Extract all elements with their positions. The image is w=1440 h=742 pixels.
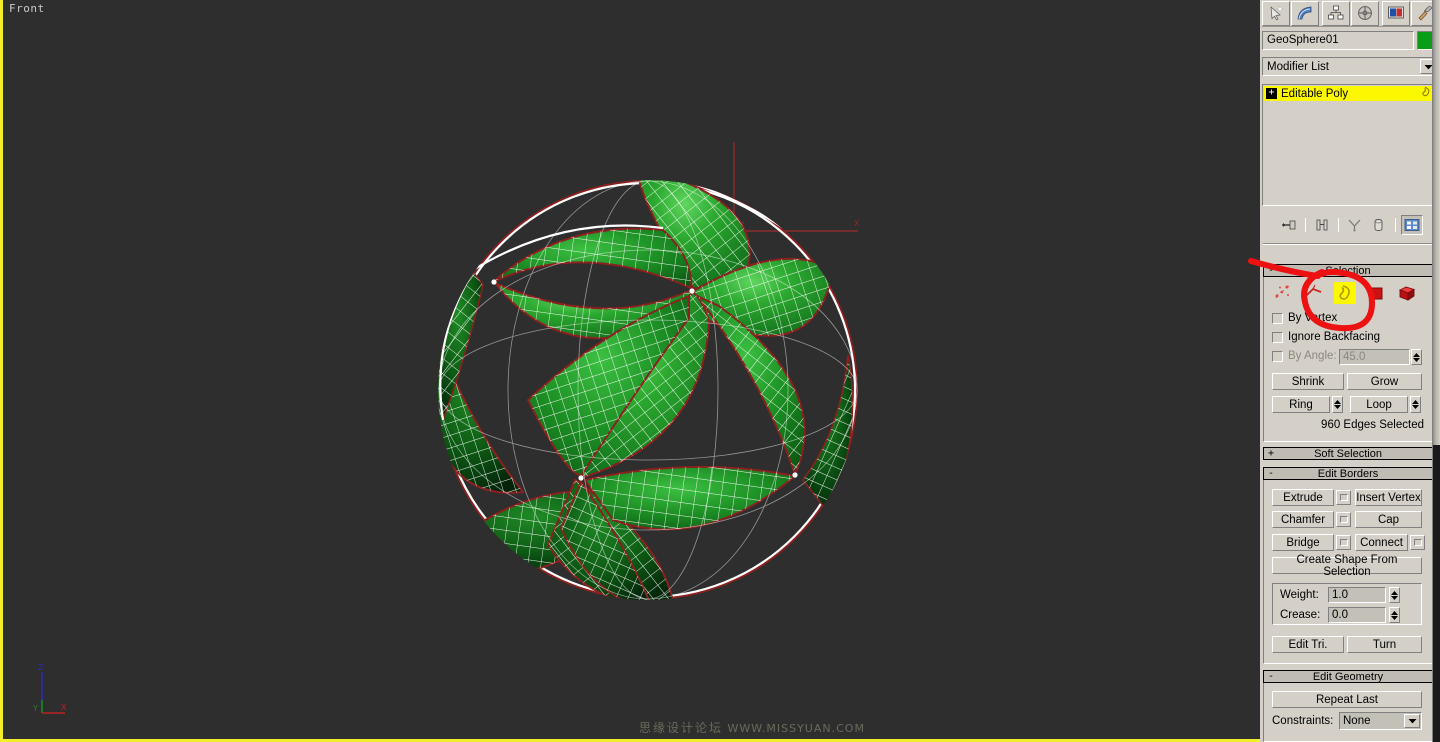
weight-label: Weight:	[1280, 589, 1319, 601]
repeat-last-button[interactable]: Repeat Last	[1272, 691, 1422, 708]
stack-item-label: Editable Poly	[1281, 87, 1349, 100]
by-vertex-label: By Vertex	[1288, 312, 1338, 324]
by-angle-field[interactable]: 45.0	[1339, 349, 1410, 365]
rollout-header-edit-borders[interactable]: - Edit Borders	[1263, 467, 1433, 480]
by-vertex-checkbox[interactable]	[1272, 312, 1283, 324]
svg-text:Z: Z	[38, 663, 44, 672]
svg-text:Y: Y	[32, 704, 38, 713]
collapse-icon[interactable]: -	[1264, 265, 1278, 277]
command-panel-tabs	[1262, 0, 1440, 27]
rollout-header-soft-selection[interactable]: + Soft Selection	[1263, 447, 1433, 460]
expand-icon[interactable]: +	[1264, 448, 1278, 460]
shrink-button[interactable]: Shrink	[1272, 373, 1344, 390]
constraints-value: None	[1343, 715, 1371, 727]
bridge-button[interactable]: Bridge	[1272, 534, 1334, 551]
selection-status: 960 Edges Selected	[1321, 419, 1424, 431]
loop-spinner[interactable]	[1410, 396, 1421, 413]
collapse-icon[interactable]: -	[1264, 468, 1278, 480]
display-tab[interactable]	[1382, 0, 1410, 26]
constraints-dropdown[interactable]: None	[1339, 712, 1422, 730]
rollout-header-selection[interactable]: - Selection	[1263, 264, 1433, 277]
create-tab[interactable]	[1262, 0, 1290, 26]
modifier-list-label: Modifier List	[1267, 61, 1329, 73]
element-sub-object-icon[interactable]	[1396, 282, 1418, 304]
object-name-row: GeoSphere01	[1262, 31, 1438, 50]
rollout-title-edit-borders: Edit Borders	[1317, 467, 1379, 480]
polygon-sub-object-icon[interactable]	[1365, 282, 1387, 304]
ring-button[interactable]: Ring	[1272, 396, 1330, 413]
stack-item-editable-poly[interactable]: + Editable Poly	[1264, 86, 1438, 101]
constraints-label: Constraints:	[1272, 715, 1334, 727]
weight-spinner[interactable]	[1389, 587, 1400, 603]
pin-stack-button[interactable]	[1278, 215, 1300, 235]
modifier-list-dropdown[interactable]: Modifier List	[1262, 57, 1438, 76]
transform-gizmo	[733, 142, 858, 232]
chamfer-button[interactable]: Chamfer	[1272, 511, 1334, 528]
rollout-title-selection: Selection	[1325, 264, 1371, 277]
ring-spinner[interactable]	[1332, 396, 1343, 413]
divider	[1263, 243, 1433, 245]
viewport-front[interactable]: Front X Z Y X 思缘设计论坛 WWW.MISSYUAN.COM	[0, 0, 1260, 742]
extrude-button[interactable]: Extrude	[1272, 489, 1334, 506]
ignore-backfacing-row[interactable]: Ignore Backfacing	[1272, 331, 1380, 343]
ignore-backfacing-label: Ignore Backfacing	[1288, 331, 1381, 343]
remove-modifier-button[interactable]	[1368, 215, 1390, 235]
ignore-backfacing-checkbox[interactable]	[1272, 331, 1283, 343]
chevron-down-icon[interactable]	[1404, 714, 1420, 728]
by-angle-spinner[interactable]	[1411, 349, 1422, 365]
edit-tri-button[interactable]: Edit Tri.	[1272, 636, 1344, 653]
bridge-settings-button[interactable]	[1336, 535, 1351, 550]
svg-text:X: X	[61, 703, 67, 712]
by-angle-label: By Angle:	[1288, 350, 1337, 362]
vertex-sub-object-icon[interactable]	[1272, 282, 1294, 304]
rollout-title-soft-selection: Soft Selection	[1314, 447, 1382, 460]
expand-icon[interactable]: +	[1266, 88, 1277, 99]
create-shape-from-selection-button[interactable]: Create Shape From Selection	[1272, 554, 1422, 578]
insert-vertex-button[interactable]: Insert Vertex	[1355, 489, 1422, 506]
border-sub-object-icon[interactable]	[1334, 282, 1356, 304]
rollout-header-edit-geometry[interactable]: - Edit Geometry	[1263, 670, 1433, 683]
rollout-title-edit-geometry: Edit Geometry	[1312, 670, 1384, 683]
viewport-scene: Z X	[32, 142, 860, 714]
crease-label: Crease:	[1280, 609, 1321, 621]
sub-object-level-row	[1272, 281, 1422, 305]
watermark-url: WWW.MISSYUAN.COM	[727, 722, 865, 735]
by-vertex-row[interactable]: By Vertex	[1272, 312, 1337, 324]
modifier-stack[interactable]: + Editable Poly	[1262, 84, 1438, 206]
by-angle-row[interactable]: By Angle:	[1272, 350, 1337, 362]
hierarchy-tab[interactable]	[1322, 0, 1350, 26]
modify-tab[interactable]	[1291, 0, 1319, 26]
stack-toolbar	[1262, 213, 1438, 237]
watermark: 思缘设计论坛 WWW.MISSYUAN.COM	[639, 719, 865, 736]
chamfer-settings-button[interactable]	[1336, 512, 1351, 527]
show-end-result-button[interactable]	[1311, 215, 1333, 235]
axis-tripod: Z Y X	[32, 663, 67, 714]
svg-text:X: X	[854, 219, 860, 228]
make-unique-button[interactable]	[1344, 215, 1366, 235]
command-panel: GeoSphere01 Modifier List + Editable Pol…	[1260, 0, 1440, 742]
app-root: Front X Z Y X 思缘设计论坛 WWW.MISSYUAN.COM Ge…	[0, 0, 1440, 742]
grow-button[interactable]: Grow	[1347, 373, 1422, 390]
crease-spinner[interactable]	[1389, 607, 1400, 623]
crease-field[interactable]: 0.0	[1328, 607, 1386, 623]
edge-sub-object-icon[interactable]	[1303, 282, 1325, 304]
extrude-settings-button[interactable]	[1336, 490, 1351, 505]
turn-button[interactable]: Turn	[1347, 636, 1422, 653]
panel-scroll-edge[interactable]	[1432, 0, 1440, 742]
object-name-field[interactable]: GeoSphere01	[1262, 31, 1414, 50]
configure-modifier-sets-button[interactable]	[1400, 215, 1423, 235]
by-angle-checkbox[interactable]	[1272, 350, 1283, 362]
motion-tab[interactable]	[1351, 0, 1379, 26]
loop-button[interactable]: Loop	[1350, 396, 1408, 413]
weight-field[interactable]: 1.0	[1328, 587, 1386, 603]
collapse-icon[interactable]: -	[1264, 671, 1278, 683]
cap-button[interactable]: Cap	[1355, 511, 1422, 528]
watermark-cn: 思缘设计论坛	[639, 721, 724, 735]
connect-button[interactable]: Connect	[1355, 534, 1408, 551]
connect-settings-button[interactable]	[1410, 535, 1425, 550]
